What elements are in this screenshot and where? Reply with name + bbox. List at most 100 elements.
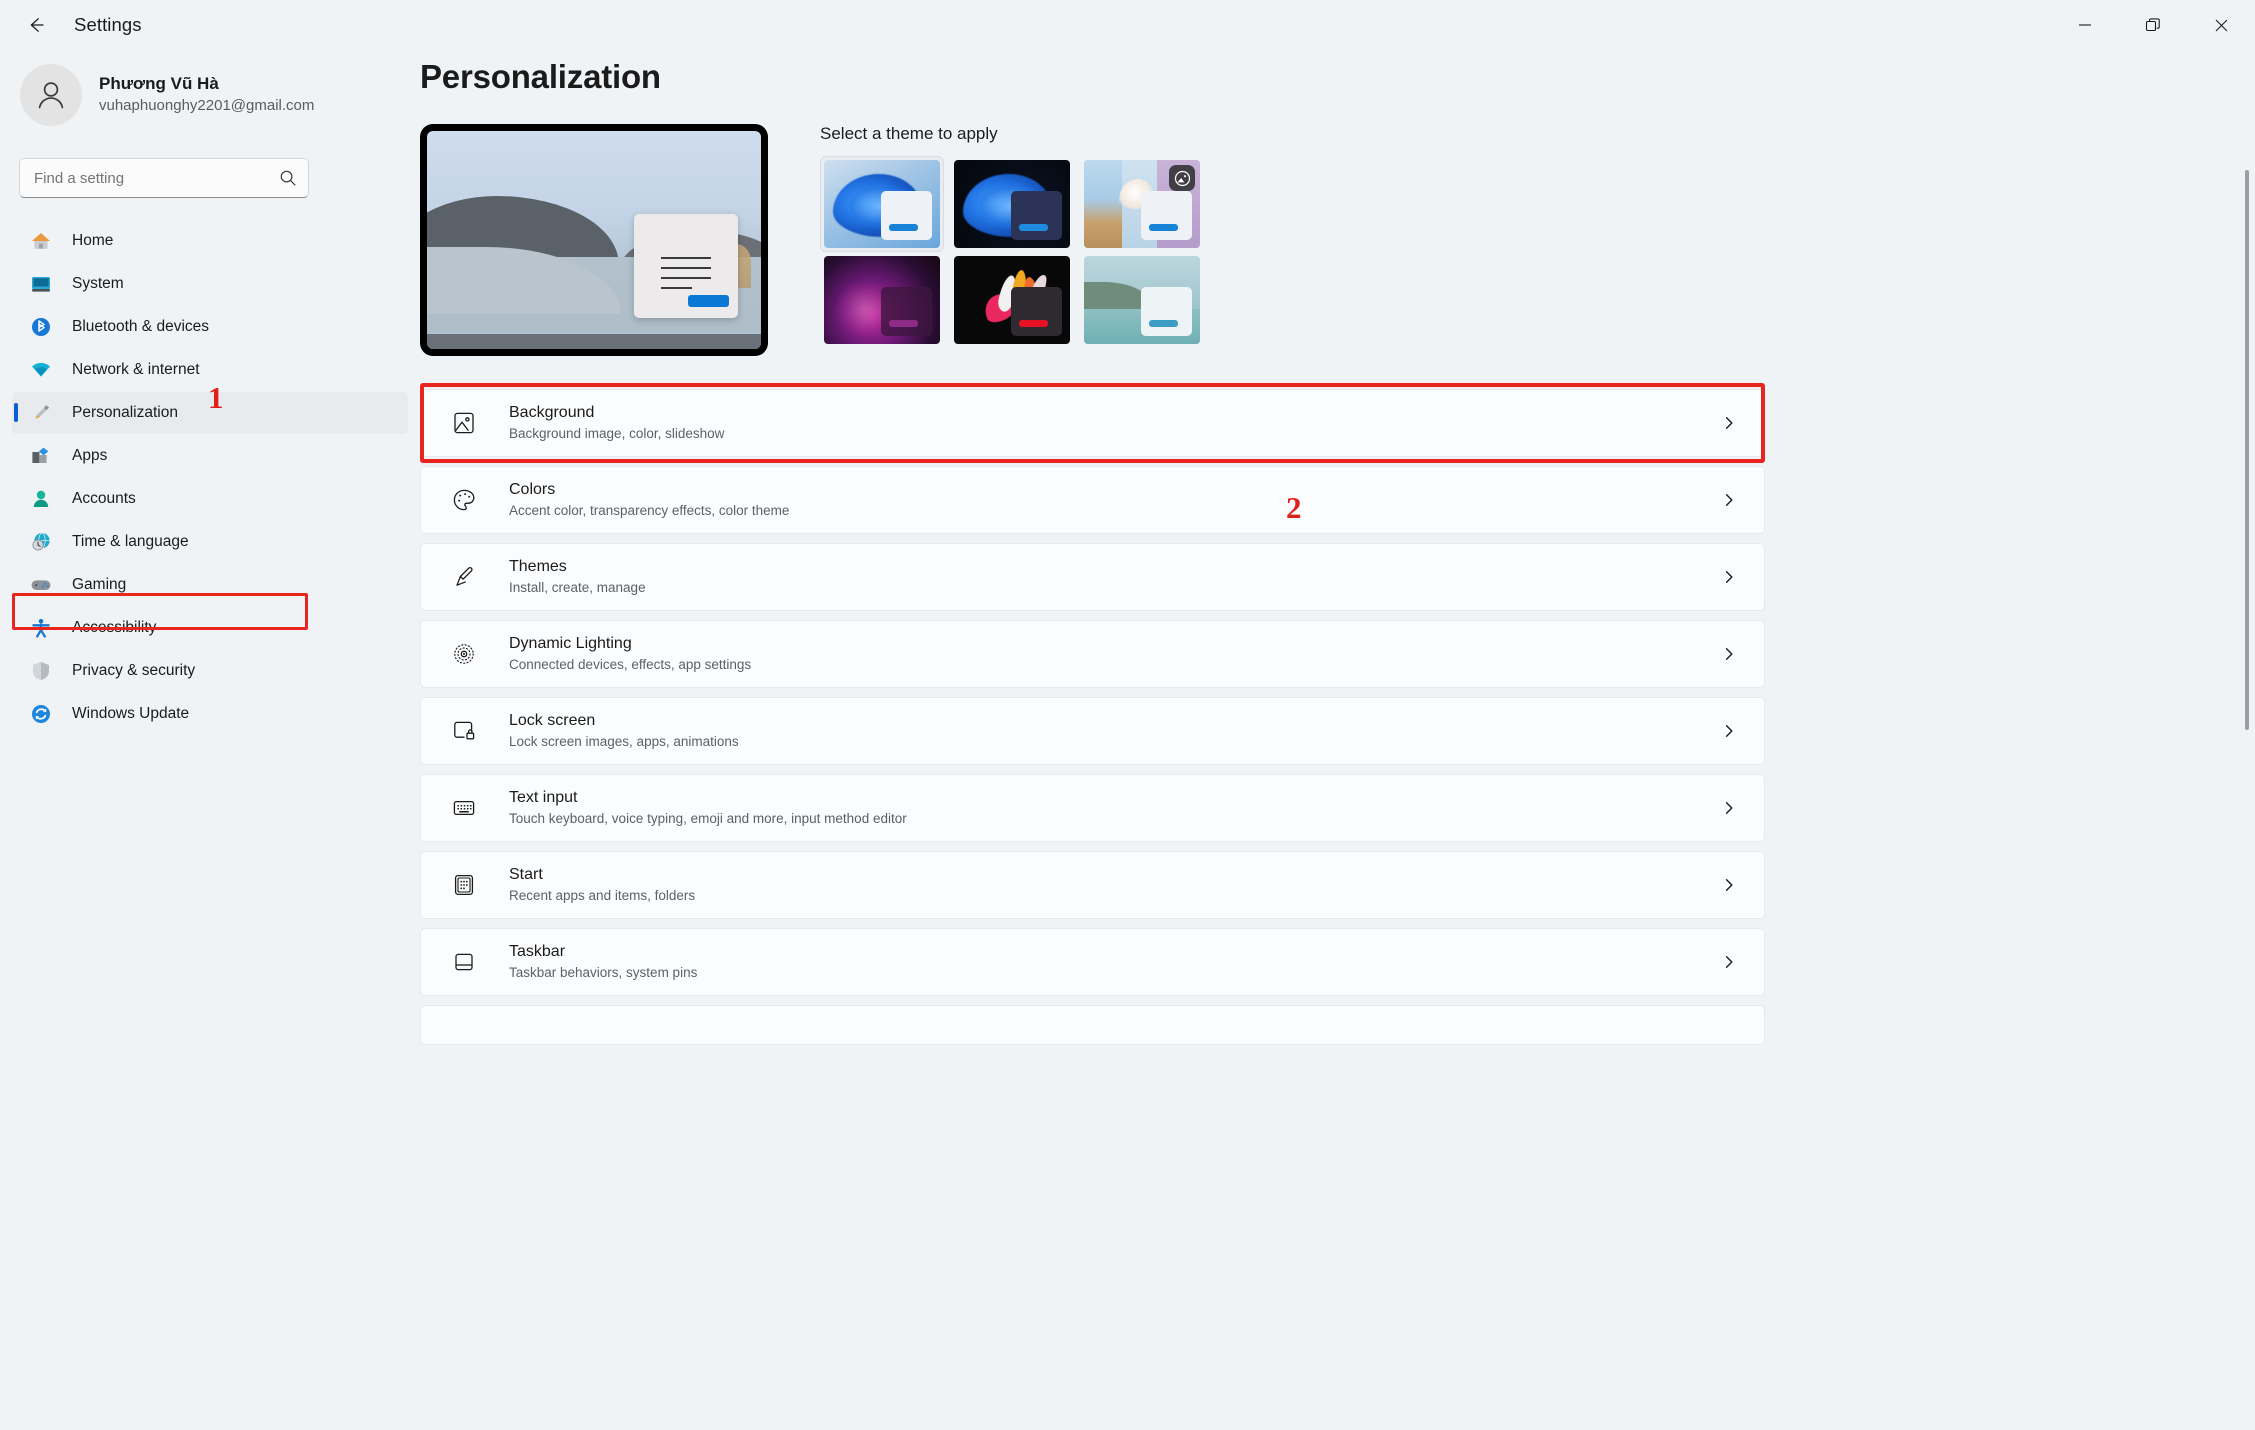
minimize-button[interactable] (2051, 0, 2119, 50)
palette-icon (447, 487, 481, 513)
title-bar: Settings (0, 0, 2255, 50)
preview-text-line (660, 267, 711, 270)
preview-taskbar (427, 333, 761, 349)
lock-screen-icon (447, 718, 481, 744)
privacy-security-icon (26, 660, 56, 682)
setting-title: Text input (509, 788, 578, 806)
chevron-right-icon (1716, 800, 1742, 816)
taskbar-icon (447, 949, 481, 975)
setting-row-taskbar[interactable]: Taskbar Taskbar behaviors, system pins (420, 928, 1765, 996)
sidebar-item-accounts[interactable]: Accounts (12, 478, 408, 520)
theme-thumbnail (954, 256, 1070, 344)
maximize-button[interactable] (2119, 0, 2187, 50)
theme-option-glow[interactable] (820, 252, 944, 348)
sidebar-item-label: Home (72, 232, 114, 249)
background-row-holder: Background Background image, color, slid… (420, 383, 1765, 463)
flow-panel (1084, 160, 1123, 248)
theme-thumbnail (954, 160, 1070, 248)
theme-window-preview (880, 286, 932, 337)
sidebar-item-label: Apps (72, 447, 108, 464)
sidebar-item-apps[interactable]: Apps (12, 435, 408, 477)
sidebar-item-home[interactable]: Home (12, 220, 408, 262)
keyboard-icon (447, 795, 481, 821)
setting-title: Lock screen (509, 711, 596, 729)
sidebar-item-personalization[interactable]: Personalization (12, 392, 408, 434)
time-language-icon (26, 531, 56, 553)
back-arrow-icon (30, 18, 44, 32)
page-title: Personalization (420, 58, 661, 95)
theme-thumbnail (824, 160, 940, 248)
back-button[interactable] (14, 9, 58, 41)
sidebar-item-label: Windows Update (72, 705, 190, 722)
sidebar-item-privacy-security[interactable]: Privacy & security (12, 650, 408, 692)
theme-option-flow[interactable] (1080, 156, 1204, 252)
theme-window-preview (1010, 286, 1062, 337)
chevron-right-icon (1716, 954, 1742, 970)
row-text: Lock screen Lock screen images, apps, an… (509, 711, 1716, 751)
theme-accent-swatch (889, 319, 918, 328)
user-profile[interactable]: Phương Vũ Hà vuhaphuonghy2201@gmail.com (0, 50, 420, 126)
theme-option-windows-dark[interactable] (950, 156, 1074, 252)
setting-row-dynamic-lighting[interactable]: Dynamic Lighting Connected devices, effe… (420, 620, 1765, 688)
setting-subtitle: Recent apps and items, folders (509, 888, 696, 904)
chevron-right-icon (1716, 646, 1742, 662)
window-controls (2051, 0, 2255, 50)
sidebar-item-network-internet[interactable]: Network & internet (12, 349, 408, 391)
setting-row-text-input[interactable]: Text input Touch keyboard, voice typing,… (420, 774, 1765, 842)
sidebar-item-bluetooth-devices[interactable]: Bluetooth & devices (12, 306, 408, 348)
gaming-icon (26, 574, 56, 596)
theme-grid (820, 156, 1204, 348)
row-text: Background Background image, color, slid… (509, 403, 1716, 443)
theme-window-preview (880, 190, 932, 241)
picture-icon (1174, 170, 1190, 186)
setting-row-start[interactable]: Start Recent apps and items, folders (420, 851, 1765, 919)
theme-option-captured-motion[interactable] (950, 252, 1074, 348)
preview-accent-button (687, 295, 730, 307)
setting-title: Colors (509, 480, 556, 498)
setting-row-background[interactable]: Background Background image, color, slid… (420, 389, 1765, 457)
preview-and-themes: Select a theme to apply (420, 124, 2255, 356)
setting-row-colors[interactable]: Colors Accent color, transparency effect… (420, 466, 1765, 534)
app-title: Settings (74, 14, 142, 35)
start-icon (447, 872, 481, 898)
setting-title: Taskbar (509, 942, 566, 960)
theme-accent-swatch (1019, 319, 1048, 328)
search-input[interactable] (19, 158, 309, 198)
sidebar-item-accessibility[interactable]: Accessibility (12, 607, 408, 649)
close-button[interactable] (2187, 0, 2255, 50)
chevron-right-icon (1716, 723, 1742, 739)
sidebar-item-label: System (72, 275, 124, 292)
setting-title: Themes (509, 557, 567, 575)
vertical-scrollbar[interactable] (2245, 170, 2249, 730)
sidebar-item-label: Accounts (72, 490, 136, 507)
system-icon (26, 273, 56, 295)
desktop-preview (420, 124, 768, 356)
sidebar-item-system[interactable]: System (12, 263, 408, 305)
setting-row-lock-screen[interactable]: Lock screen Lock screen images, apps, an… (420, 697, 1765, 765)
setting-row-partial[interactable] (420, 1005, 1765, 1045)
sidebar-item-label: Bluetooth & devices (72, 318, 210, 335)
setting-title: Background (509, 403, 595, 421)
sidebar-item-windows-update[interactable]: Windows Update (12, 693, 408, 735)
theme-option-sunrise[interactable] (1080, 252, 1204, 348)
theme-window-preview (1010, 190, 1062, 241)
theme-section-title: Select a theme to apply (820, 124, 998, 143)
preview-dialog (634, 213, 738, 319)
sidebar-item-gaming[interactable]: Gaming (12, 564, 408, 606)
theme-option-windows-light[interactable] (820, 156, 944, 252)
apps-icon (26, 445, 56, 467)
setting-subtitle: Touch keyboard, voice typing, emoji and … (509, 811, 907, 827)
setting-row-themes[interactable]: Themes Install, create, manage (420, 543, 1765, 611)
sidebar-item-label: Network & internet (72, 361, 200, 378)
sidebar-item-label: Personalization (72, 404, 178, 421)
person-icon (38, 82, 64, 109)
chevron-right-icon (1716, 569, 1742, 585)
chevron-right-icon (1716, 415, 1742, 431)
personalization-icon (26, 402, 56, 424)
dynamic-lighting-icon (447, 641, 481, 667)
profile-name: Phương Vũ Hà (99, 74, 219, 94)
row-text: Colors Accent color, transparency effect… (509, 480, 1716, 520)
sidebar-item-time-language[interactable]: Time & language (12, 521, 408, 563)
accounts-icon (26, 488, 56, 510)
setting-title: Start (509, 865, 543, 883)
